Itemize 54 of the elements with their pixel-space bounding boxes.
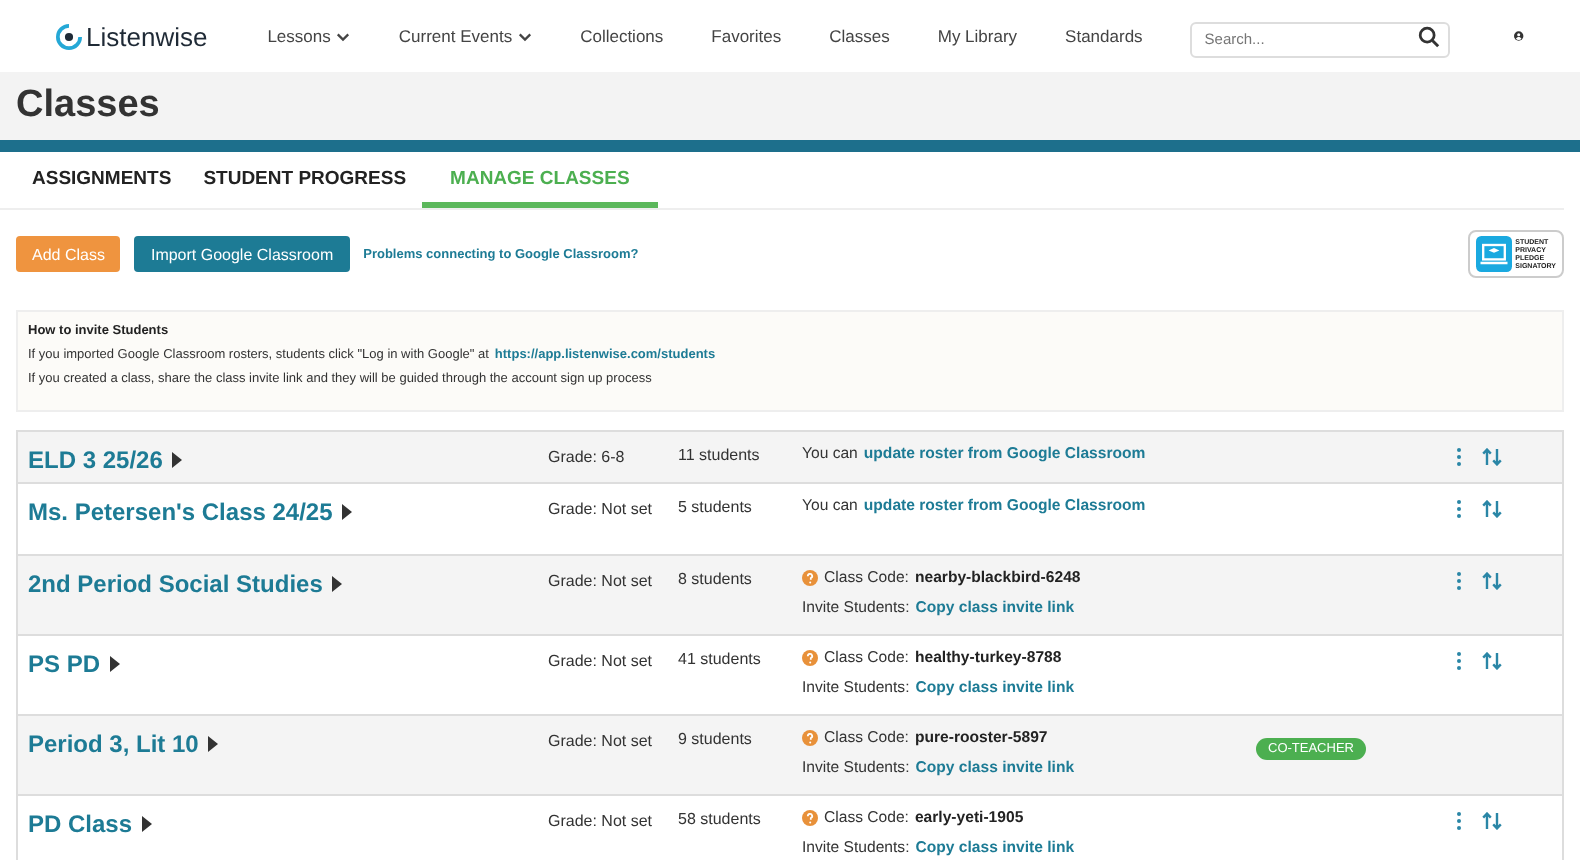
sort-icon[interactable] — [1482, 652, 1502, 670]
tab[interactable]: ASSIGNMENTS — [16, 168, 188, 208]
laptop-icon — [1475, 236, 1512, 272]
student-count: 58 students — [678, 810, 761, 828]
grade-text: Grade: Not set — [548, 652, 653, 670]
student-count: 8 students — [678, 570, 752, 588]
tab[interactable]: MANAGE CLASSES — [422, 168, 658, 208]
grade-text: Grade: 6-8 — [548, 448, 625, 466]
class-name[interactable]: PD Class — [28, 810, 153, 838]
student-count: 9 students — [678, 730, 752, 748]
sort-icon[interactable] — [1482, 812, 1502, 830]
nav-link[interactable]: Favorites — [711, 26, 782, 46]
help-icon[interactable] — [802, 569, 818, 585]
page-title: Classes — [16, 84, 160, 128]
sort-icon[interactable] — [1482, 500, 1502, 518]
grade-text: Grade: Not set — [548, 732, 653, 750]
nav-link[interactable]: Current Events — [398, 26, 533, 46]
more-icon[interactable] — [1456, 500, 1462, 518]
nav-link[interactable]: Standards — [1065, 26, 1143, 46]
sort-icon[interactable] — [1482, 448, 1502, 466]
class-name[interactable]: Ms. Petersen's Class 24/25 — [28, 498, 353, 526]
class-name[interactable]: 2nd Period Social Studies — [28, 570, 343, 598]
student-count: 5 students — [678, 498, 752, 516]
search-icon[interactable] — [1418, 25, 1441, 47]
nav-link[interactable]: My Library — [937, 26, 1018, 46]
more-icon[interactable] — [1456, 448, 1462, 466]
logo-icon — [56, 23, 82, 49]
student-count: 11 students — [678, 446, 760, 464]
grade-text: Grade: Not set — [548, 572, 653, 590]
class-name[interactable]: Period 3, Lit 10 — [28, 730, 219, 758]
sort-icon[interactable] — [1482, 572, 1502, 590]
more-icon[interactable] — [1456, 812, 1462, 830]
student-count: 41 students — [678, 650, 761, 668]
class-name[interactable]: ELD 3 25/26 — [28, 446, 183, 474]
more-icon[interactable] — [1456, 572, 1462, 590]
nav-link[interactable]: Classes — [829, 26, 890, 46]
more-icon[interactable] — [1456, 652, 1462, 670]
grade-text: Grade: Not set — [548, 500, 653, 518]
nav-link[interactable]: Lessons — [267, 26, 351, 46]
class-name[interactable]: PS PD — [28, 650, 121, 678]
logo-text[interactable]: Listenwise — [86, 21, 208, 51]
nav-link[interactable]: Collections — [580, 26, 664, 46]
help-icon[interactable] — [802, 649, 818, 665]
help-icon[interactable] — [802, 809, 818, 825]
caret-right-icon — [342, 504, 353, 520]
caret-right-icon — [172, 452, 183, 468]
caret-right-icon — [208, 736, 219, 752]
help-icon[interactable] — [802, 729, 818, 745]
import-button[interactable]: Import Google Classroom — [134, 236, 350, 272]
tab[interactable]: STUDENT PROGRESS — [187, 168, 423, 208]
caret-right-icon — [332, 576, 343, 592]
grade-text: Grade: Not set — [548, 812, 653, 830]
caret-right-icon — [142, 816, 153, 832]
caret-right-icon — [110, 656, 121, 672]
